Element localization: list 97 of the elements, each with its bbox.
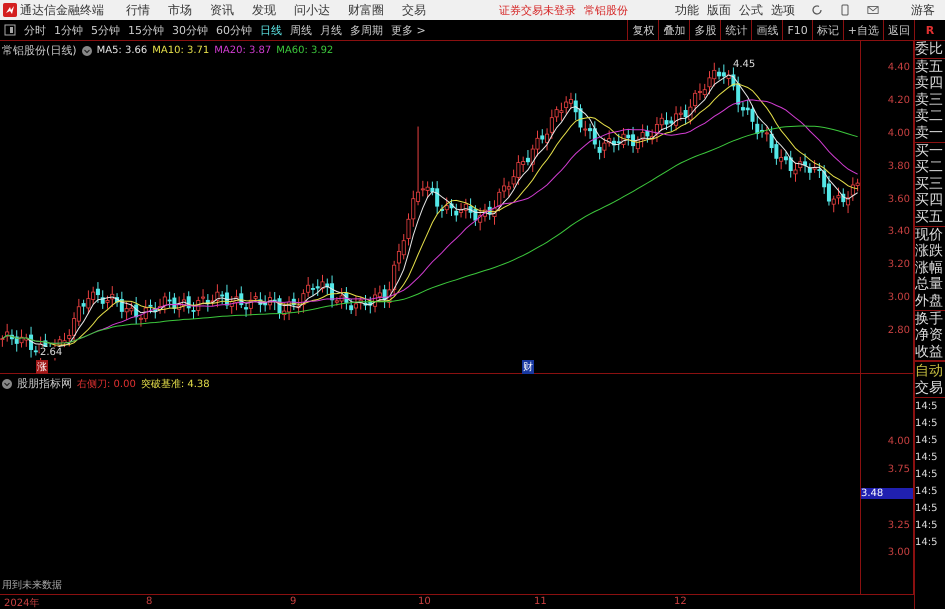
quote-field-label: 涨幅	[915, 260, 944, 276]
trade-time: 14:5	[915, 450, 938, 465]
user-label[interactable]: 游客	[911, 2, 935, 18]
notice-text[interactable]: 常铝股份	[584, 2, 628, 18]
quote-field-label: 外盘	[915, 292, 944, 310]
refresh-icon[interactable]	[811, 4, 823, 16]
period-tab[interactable]: 日线	[256, 20, 286, 40]
indicator-tick: 3.75	[888, 464, 910, 475]
quote-field-label: 买四	[915, 192, 944, 209]
trade-time: 14:5	[915, 416, 938, 431]
menu-item[interactable]: 发现	[252, 2, 276, 18]
price-tick: 2.80	[888, 325, 910, 336]
trade-label: 交易	[915, 380, 945, 398]
event-marker[interactable]: 涨	[36, 360, 48, 374]
period-tab[interactable]: 周线	[286, 20, 316, 40]
low-price-label: 2.64	[40, 347, 62, 358]
price-tick: 3.40	[888, 226, 910, 238]
quote-field-label: 总量	[915, 276, 944, 293]
indicator-tick: 3.00	[888, 547, 910, 558]
mail-icon[interactable]	[867, 4, 879, 16]
phone-icon[interactable]	[839, 4, 851, 16]
date-tick: 11	[534, 596, 547, 607]
menu-item[interactable]: 市场	[168, 2, 192, 18]
menu-item[interactable]: 交易	[402, 2, 426, 18]
period-tab[interactable]: 分时	[20, 20, 50, 40]
period-tab[interactable]: 30分钟	[168, 20, 212, 40]
chart-title: 常铝股份(日线)	[2, 43, 77, 58]
indicator-tick: 4.00	[888, 436, 910, 447]
ma-legend: MA20: 3.87	[214, 45, 272, 56]
price-tick: 3.60	[888, 194, 910, 204]
quote-field-label: 买三	[915, 176, 944, 192]
menu-item[interactable]: 财富圈	[348, 2, 384, 18]
trade-time: 14:5	[915, 468, 938, 482]
note-text: 用到未来数据	[2, 578, 62, 592]
quote-field-label: 卖四	[915, 75, 944, 92]
date-tick: 12	[674, 596, 687, 607]
menu-item[interactable]: 资讯	[210, 2, 234, 18]
quote-field-label: 卖二	[915, 108, 944, 125]
date-tick: 10	[418, 596, 431, 607]
dropdown-icon[interactable]	[82, 46, 92, 56]
dropdown-icon[interactable]	[2, 378, 12, 388]
trade-time: 14:5	[915, 536, 938, 550]
trade-time: 14:5	[915, 434, 938, 448]
menu-item[interactable]: 功能	[675, 2, 699, 18]
date-tick: 8	[146, 596, 152, 607]
quote-field-label: 卖五	[915, 58, 944, 76]
menu-item[interactable]: 选项	[771, 2, 795, 18]
price-tick: 3.20	[888, 259, 910, 270]
panel-toggle-icon[interactable]	[4, 24, 16, 36]
app-title: 通达信金融终端	[20, 2, 104, 18]
indicator-legend: 右侧刀: 0.00	[77, 376, 136, 390]
date-tick: 9	[290, 596, 296, 607]
ma-legend: MA5: 3.66	[96, 45, 148, 56]
indicator-legend: 突破基准: 4.38	[140, 376, 210, 390]
quote-field-label: 换手	[915, 310, 944, 328]
quote-field-label: 卖一	[915, 124, 944, 142]
period-tab[interactable]: 更多 >	[387, 20, 430, 40]
mode-label[interactable]: 自动	[915, 361, 945, 380]
period-tab[interactable]: 1分钟	[50, 20, 87, 40]
event-marker[interactable]: 财	[522, 360, 534, 374]
ma-legend: MA60: 3.92	[276, 45, 334, 56]
trade-time: 14:5	[915, 518, 938, 533]
quote-field-label: 现价	[915, 226, 944, 244]
period-tab[interactable]: 60分钟	[212, 20, 256, 40]
trade-time: 14:5	[915, 502, 938, 516]
price-tick: 4.20	[888, 94, 910, 106]
trade-time: 14:5	[915, 484, 938, 499]
menu-item[interactable]: 公式	[739, 2, 763, 18]
period-tab[interactable]: 月线	[316, 20, 346, 40]
menu-item[interactable]: 行情	[126, 2, 150, 18]
period-tab[interactable]: 多周期	[346, 20, 387, 40]
quote-field-label: 卖三	[915, 92, 944, 108]
quote-field-label: 买一	[915, 142, 944, 160]
date-tick: 2024年	[4, 597, 40, 609]
notice-text[interactable]: 证券交易未登录	[499, 2, 576, 18]
quote-field-label: 委比	[915, 41, 944, 58]
quote-field-label: 涨跌	[915, 243, 944, 260]
menu-item[interactable]: 版面	[707, 2, 731, 18]
period-tab[interactable]: 15分钟	[124, 20, 168, 40]
indicator-tick: 3.25	[888, 520, 910, 531]
quote-field-label: 净资	[915, 327, 944, 344]
corner-label: R	[914, 20, 945, 40]
menu-item[interactable]: 问小达	[294, 2, 330, 18]
price-tick: 4.40	[888, 62, 910, 73]
app-logo-icon	[3, 3, 17, 17]
price-tick: 4.00	[888, 128, 910, 139]
period-tab[interactable]: 5分钟	[87, 20, 124, 40]
quote-field-label: 买二	[915, 159, 944, 176]
quote-field-label: 买五	[915, 208, 944, 226]
ma-legend: MA10: 3.71	[152, 45, 210, 56]
high-price-label: 4.45	[733, 59, 756, 70]
quote-field-label: 收益	[915, 344, 944, 360]
price-tick: 3.80	[888, 160, 910, 172]
trade-time: 14:5	[915, 400, 938, 414]
price-tick: 3.00	[888, 292, 910, 304]
indicator-tick: 3.48	[861, 488, 913, 499]
indicator-title: 股朋指标网	[17, 376, 72, 391]
